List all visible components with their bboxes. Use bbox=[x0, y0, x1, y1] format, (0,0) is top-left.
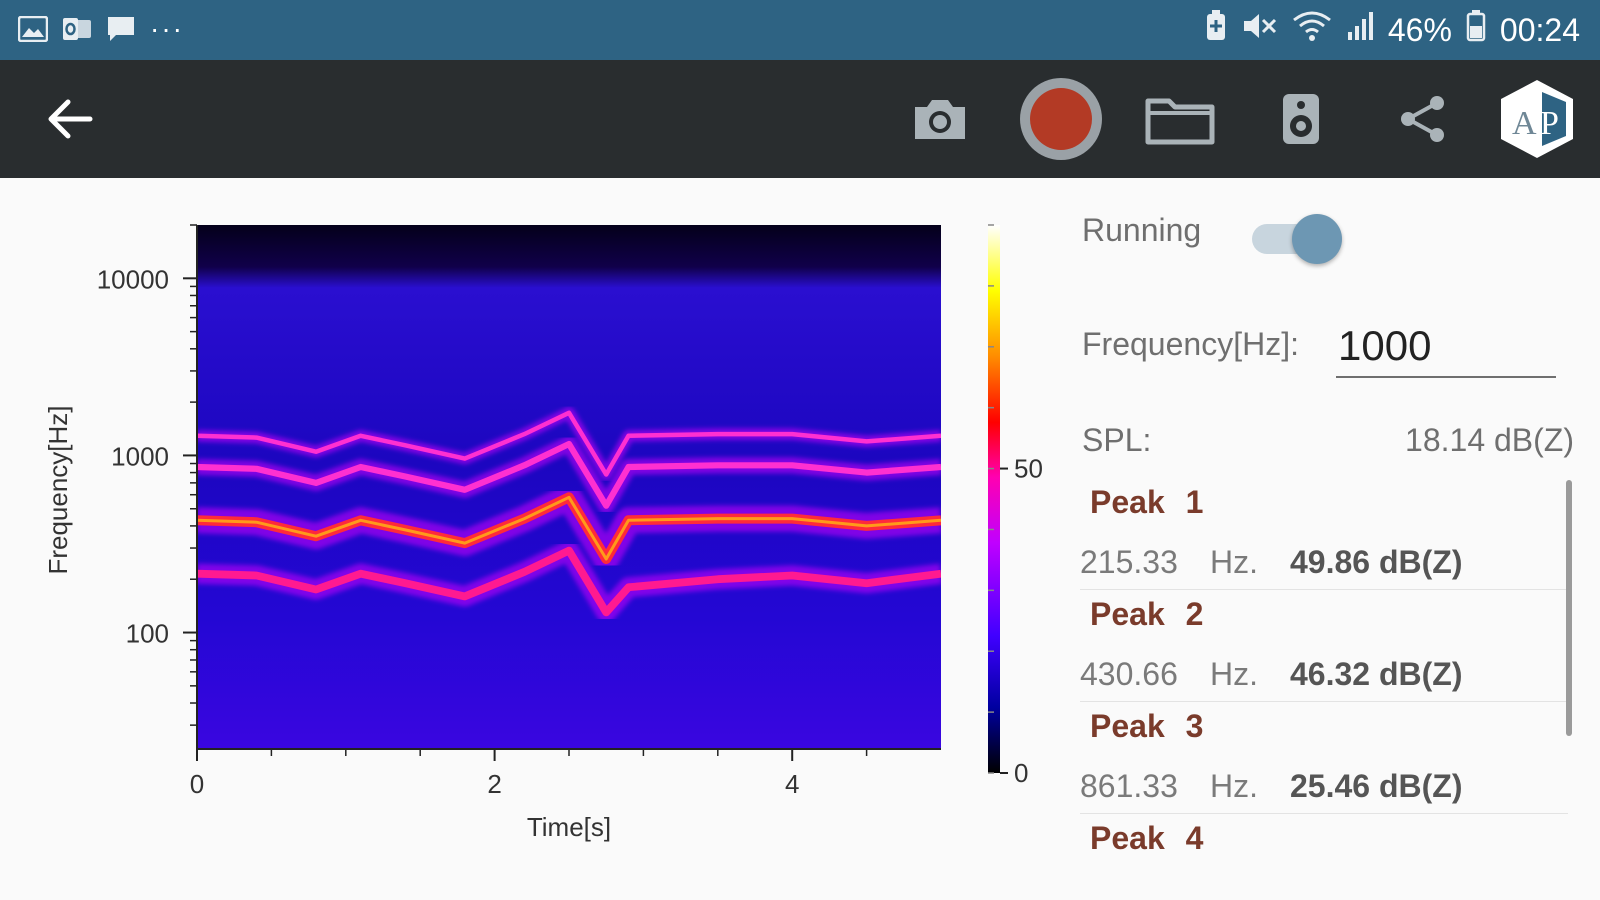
peak-unit: Hz. bbox=[1210, 656, 1258, 692]
arrow-left-icon bbox=[48, 99, 93, 139]
spl-value: 18.14 dB(Z) bbox=[1405, 422, 1574, 458]
x-tick-label: 2 bbox=[487, 769, 501, 799]
app-logo-graphic: A P bbox=[1501, 80, 1573, 158]
folder-icon bbox=[1145, 98, 1215, 145]
spectrogram-chart: 100 1000 10000 0 2 4 50 0 Frequency[Hz] Time[s… bbox=[43, 224, 1043, 842]
status-left-icons: ··· bbox=[18, 14, 184, 44]
record-dot bbox=[1030, 88, 1092, 150]
peak-frequency: 215.33 bbox=[1080, 544, 1178, 580]
status-bar: ··· 46% 00:24 bbox=[0, 0, 1600, 60]
running-label: Running bbox=[1082, 212, 1202, 248]
open-folder-button[interactable] bbox=[1142, 60, 1218, 178]
x-tick-label: 0 bbox=[190, 769, 204, 799]
peak-item: Peak 2 430.66 Hz. 46.32 dB(Z) bbox=[1080, 590, 1568, 702]
peak-item: Peak 1 215.33 Hz. 49.86 dB(Z) bbox=[1080, 478, 1568, 590]
peak-level: 49.86 dB(Z) bbox=[1290, 544, 1463, 580]
record-button[interactable] bbox=[1018, 60, 1104, 178]
mute-icon bbox=[1242, 10, 1278, 50]
status-right: 46% 00:24 bbox=[1204, 10, 1580, 50]
wifi-icon bbox=[1292, 10, 1332, 50]
x-axis-label: Time[s] bbox=[527, 812, 611, 842]
share-icon bbox=[1401, 96, 1444, 142]
colorbar bbox=[988, 225, 1000, 773]
outlook-icon bbox=[62, 14, 92, 44]
peak-title: Peak 1 bbox=[1090, 484, 1204, 520]
signal-icon bbox=[1346, 10, 1374, 50]
battery-saver-icon bbox=[1204, 10, 1228, 50]
running-toggle[interactable] bbox=[1252, 214, 1342, 264]
x-tick-label: 4 bbox=[785, 769, 799, 799]
speaker-icon bbox=[1283, 94, 1319, 144]
record-button-ring bbox=[1020, 78, 1102, 160]
share-button[interactable] bbox=[1394, 60, 1452, 178]
clock: 00:24 bbox=[1499, 11, 1580, 48]
peak-level: 46.32 dB(Z) bbox=[1290, 656, 1463, 692]
peak-title: Peak 3 bbox=[1090, 708, 1204, 744]
logo-letter-a: A bbox=[1512, 105, 1537, 142]
peak-list[interactable]: Peak 1 215.33 Hz. 49.86 dB(Z) Peak 2 430… bbox=[1080, 478, 1568, 882]
message-icon bbox=[106, 14, 136, 44]
peak-frequency: 430.66 bbox=[1080, 656, 1178, 692]
spl-label: SPL: bbox=[1082, 422, 1152, 458]
peak-item: Peak 4 bbox=[1080, 814, 1568, 882]
battery-percent: 46% bbox=[1387, 11, 1452, 48]
peak-title: Peak 2 bbox=[1090, 596, 1204, 632]
app-logo[interactable]: A P bbox=[1494, 60, 1580, 178]
camera-icon bbox=[915, 100, 965, 139]
more-notifications: ··· bbox=[150, 13, 184, 44]
y-axis-label: Frequency[Hz] bbox=[43, 405, 73, 574]
battery-icon bbox=[1466, 10, 1486, 50]
back-button[interactable] bbox=[38, 60, 102, 178]
y-tick-label: 1000 bbox=[111, 441, 169, 471]
frequency-label: Frequency[Hz]: bbox=[1082, 326, 1299, 362]
peak-list-scrollbar[interactable] bbox=[1566, 480, 1572, 736]
peak-level: 25.46 dB(Z) bbox=[1290, 768, 1463, 804]
screenshot-button[interactable] bbox=[904, 60, 976, 178]
peak-unit: Hz. bbox=[1210, 544, 1258, 580]
y-tick-label: 10000 bbox=[97, 264, 169, 294]
audio-settings-button[interactable] bbox=[1278, 60, 1324, 178]
y-tick-label: 100 bbox=[126, 619, 169, 649]
peak-title: Peak 4 bbox=[1090, 820, 1204, 856]
peak-item: Peak 3 861.33 Hz. 25.46 dB(Z) bbox=[1080, 702, 1568, 814]
frequency-input[interactable] bbox=[1336, 316, 1556, 378]
logo-letter-p: P bbox=[1540, 105, 1559, 142]
gallery-icon bbox=[18, 14, 48, 44]
peak-unit: Hz. bbox=[1210, 768, 1258, 804]
app-toolbar: A P bbox=[0, 60, 1600, 178]
colorbar-tick-label: 50 bbox=[1014, 454, 1043, 484]
colorbar-tick-label: 0 bbox=[1014, 758, 1028, 788]
toggle-knob bbox=[1292, 214, 1342, 264]
peak-frequency: 861.33 bbox=[1080, 768, 1178, 804]
